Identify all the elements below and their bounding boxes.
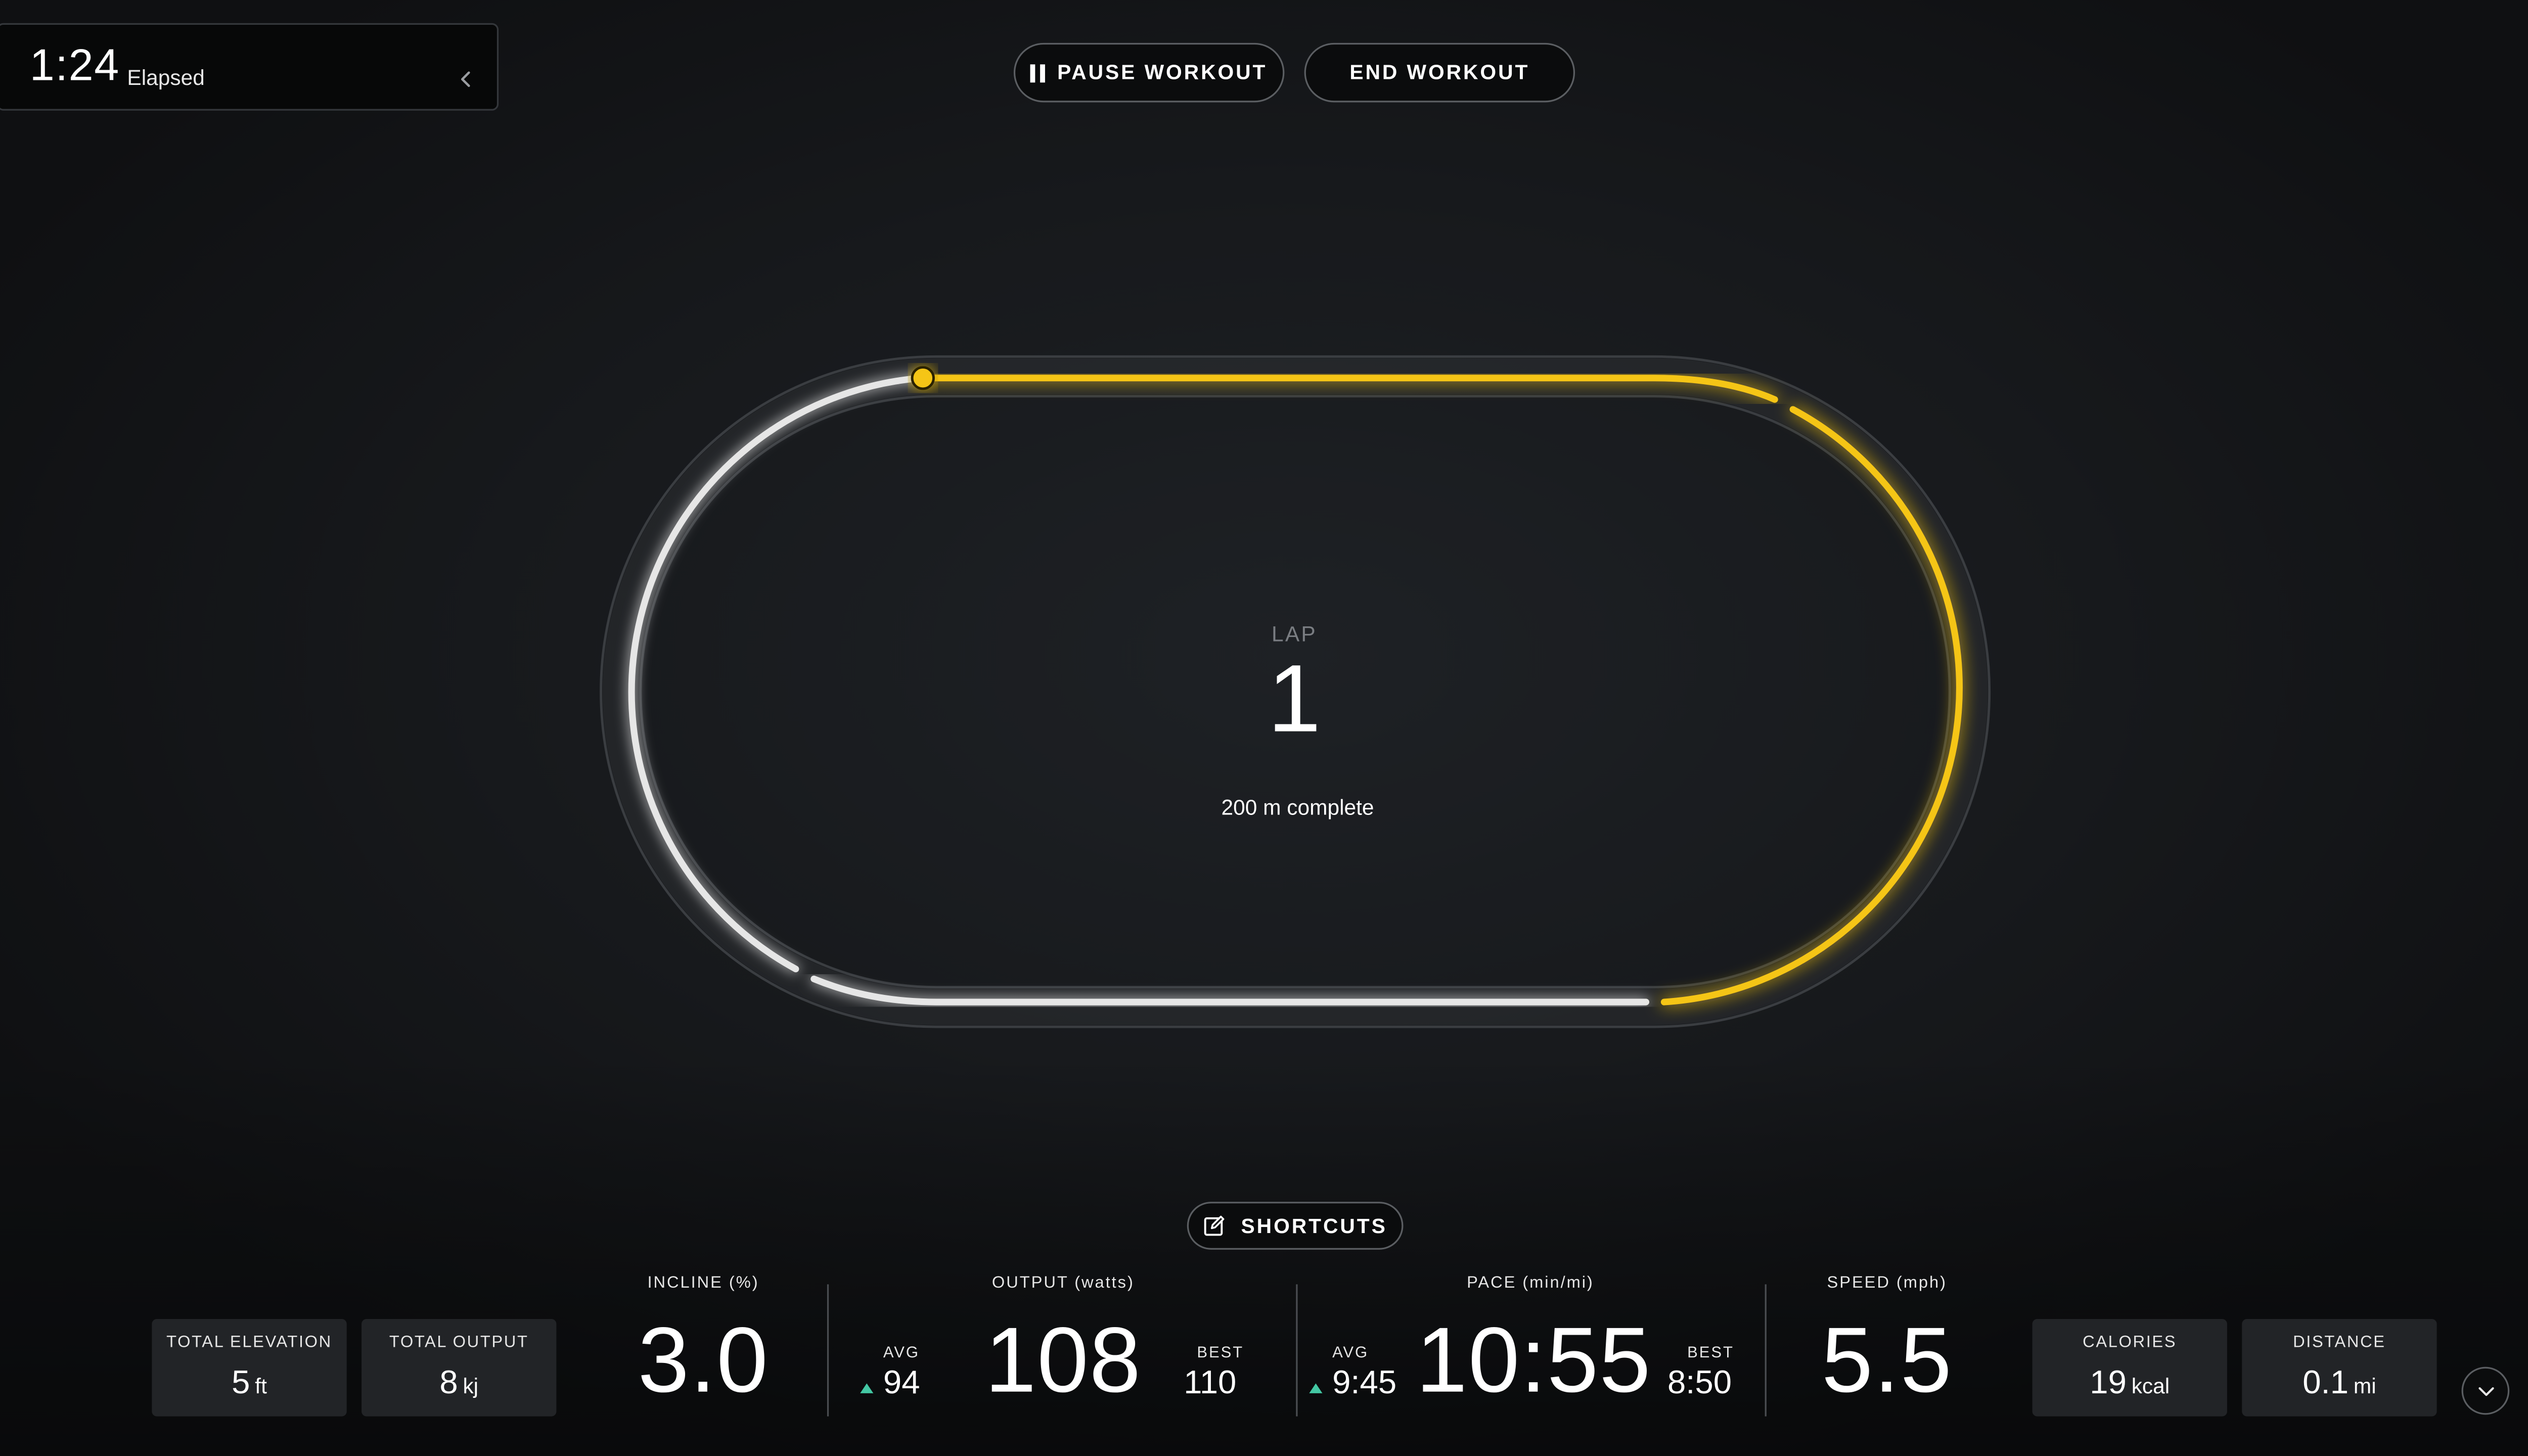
- divider: [1296, 1284, 1298, 1417]
- calories-number: 19: [2090, 1365, 2127, 1402]
- runner-position-marker: [911, 366, 935, 390]
- expand-metrics-button[interactable]: [2461, 1367, 2510, 1415]
- shortcuts-button[interactable]: SHORTCUTS: [1187, 1202, 1404, 1250]
- distance-unit: mi: [2353, 1373, 2376, 1398]
- lap-caption: LAP: [1271, 621, 1317, 647]
- calories-label: CALORIES: [2083, 1334, 2177, 1352]
- elapsed-label: Elapsed: [127, 65, 205, 90]
- output-avg-up-arrow-icon: [860, 1383, 874, 1393]
- calories-value: 19 kcal: [2033, 1367, 2227, 1400]
- total-output-value: 8 kj: [362, 1367, 556, 1400]
- total-elevation-label: TOTAL ELEVATION: [166, 1334, 332, 1352]
- total-output-tile: TOTAL OUTPUT 8 kj: [362, 1318, 557, 1417]
- elapsed-time: 1:24: [29, 40, 120, 90]
- workout-screen: 1:24 Elapsed PAUSE WORKOUT END WORKOUT L…: [0, 0, 2528, 1456]
- output-label: OUTPUT (watts): [991, 1274, 1135, 1293]
- total-elevation-unit: ft: [255, 1373, 267, 1398]
- pace-avg-label: AVG: [1332, 1344, 1369, 1362]
- pace-avg-up-arrow-icon: [1309, 1383, 1323, 1393]
- lap-number: 1: [1268, 645, 1321, 753]
- output-avg-value: 94: [883, 1365, 920, 1402]
- output-best-value: 110: [1184, 1365, 1237, 1402]
- end-workout-label: END WORKOUT: [1349, 61, 1530, 84]
- speed-label: SPEED (mph): [1827, 1274, 1947, 1293]
- divider: [1765, 1284, 1767, 1417]
- total-output-label: TOTAL OUTPUT: [389, 1334, 529, 1352]
- total-output-unit: kj: [463, 1373, 479, 1398]
- distance-label: DISTANCE: [2293, 1334, 2386, 1352]
- pace-avg-value: 9:45: [1332, 1365, 1397, 1402]
- end-workout-button[interactable]: END WORKOUT: [1304, 42, 1575, 103]
- lap-complete-text: 200 m complete: [1221, 795, 1374, 820]
- incline-label: INCLINE (%): [647, 1274, 759, 1293]
- pause-workout-label: PAUSE WORKOUT: [1057, 61, 1268, 84]
- divider: [827, 1284, 829, 1417]
- total-elevation-number: 5: [232, 1365, 250, 1402]
- pause-workout-button[interactable]: PAUSE WORKOUT: [1013, 42, 1285, 103]
- elapsed-panel[interactable]: 1:24 Elapsed: [0, 23, 499, 111]
- total-elevation-value: 5 ft: [152, 1367, 346, 1400]
- output-value: 108: [984, 1307, 1142, 1412]
- incline-value: 3.0: [638, 1307, 769, 1412]
- distance-number: 0.1: [2303, 1365, 2349, 1402]
- total-elevation-tile: TOTAL ELEVATION 5 ft: [152, 1318, 347, 1417]
- distance-tile: DISTANCE 0.1 mi: [2242, 1318, 2437, 1417]
- chevron-left-icon[interactable]: [457, 68, 474, 91]
- edit-icon: [1203, 1215, 1224, 1236]
- pace-best-label: BEST: [1687, 1344, 1734, 1362]
- pace-value: 10:55: [1416, 1307, 1652, 1412]
- chevron-down-icon: [2477, 1386, 2494, 1395]
- speed-value: 5.5: [1821, 1307, 1953, 1412]
- calories-unit: kcal: [2131, 1373, 2170, 1398]
- total-output-number: 8: [439, 1365, 458, 1402]
- output-avg-label: AVG: [883, 1344, 920, 1362]
- pause-icon: [1030, 63, 1046, 82]
- shortcuts-label: SHORTCUTS: [1241, 1214, 1387, 1238]
- distance-value: 0.1 mi: [2242, 1367, 2436, 1400]
- pace-label: PACE (min/mi): [1467, 1274, 1594, 1293]
- calories-tile: CALORIES 19 kcal: [2032, 1318, 2227, 1417]
- output-best-label: BEST: [1197, 1344, 1244, 1362]
- pace-best-value: 8:50: [1667, 1365, 1732, 1402]
